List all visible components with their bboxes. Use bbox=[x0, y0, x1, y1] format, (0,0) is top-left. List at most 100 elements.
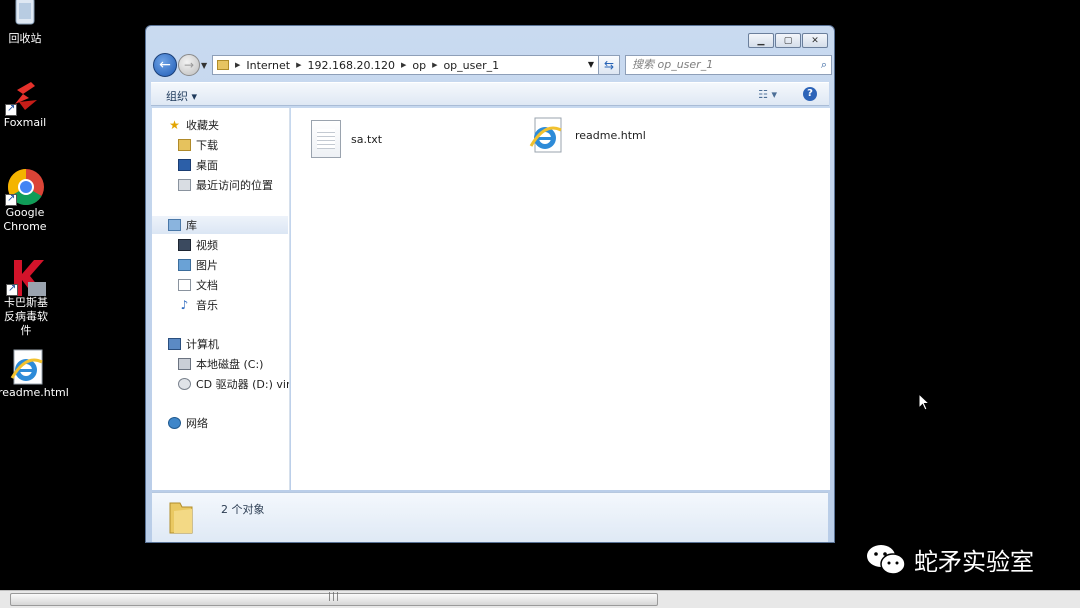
help-button[interactable]: ? bbox=[803, 87, 817, 101]
desktop-icon-recycle-bin[interactable]: 回收站 bbox=[0, 0, 50, 46]
close-icon: ✕ bbox=[811, 35, 819, 46]
search-placeholder: 搜索 op_user_1 bbox=[632, 58, 714, 71]
breadcrumb-host[interactable]: 192.168.20.120 bbox=[307, 59, 394, 72]
nav-item-label: 最近访问的位置 bbox=[196, 179, 273, 192]
nav-item-cd-drive[interactable]: CD 驱动器 (D:) virti bbox=[178, 375, 290, 393]
videos-icon bbox=[178, 239, 191, 251]
pictures-icon bbox=[178, 259, 191, 271]
desktop-icon-readme[interactable]: readme.html bbox=[0, 348, 69, 400]
scroll-left-arrow[interactable] bbox=[0, 591, 10, 608]
file-list: sa.txt readme.html bbox=[291, 108, 830, 490]
chevron-right-icon[interactable]: ▶ bbox=[432, 61, 437, 69]
back-arrow-icon: ← bbox=[159, 57, 171, 73]
help-icon: ? bbox=[807, 88, 813, 99]
file-name: sa.txt bbox=[351, 132, 383, 146]
nav-item-pictures[interactable]: 图片 bbox=[178, 256, 218, 274]
organize-button[interactable]: 组织 ▾ bbox=[166, 88, 197, 104]
nav-item-videos[interactable]: 视频 bbox=[178, 236, 218, 254]
address-row: ← → ▼ ▶ Internet ▶ 192.168.20.120 ▶ op ▶… bbox=[152, 53, 832, 79]
address-bar[interactable]: ▶ Internet ▶ 192.168.20.120 ▶ op ▶ op_us… bbox=[212, 55, 599, 75]
nav-libraries[interactable]: 库 bbox=[152, 216, 288, 234]
cd-drive-icon bbox=[178, 378, 191, 390]
horizontal-scrollbar[interactable]: ||| bbox=[0, 590, 1080, 608]
hard-disk-icon bbox=[178, 358, 191, 370]
kaspersky-icon bbox=[6, 258, 46, 296]
breadcrumb-op[interactable]: op bbox=[412, 59, 426, 72]
navigation-pane: ★ 收藏夹 下载 桌面 最近访问的位置 库 视频 图片 文档 ♪ 音乐 计算机 … bbox=[152, 108, 290, 490]
forward-button[interactable]: → bbox=[178, 54, 200, 76]
refresh-button[interactable]: ⇆ bbox=[598, 55, 620, 75]
chevron-right-icon[interactable]: ▶ bbox=[401, 61, 406, 69]
file-item-sa-txt[interactable]: sa.txt bbox=[311, 120, 382, 158]
nav-item-downloads[interactable]: 下载 bbox=[178, 136, 218, 154]
computer-icon bbox=[168, 338, 181, 350]
explorer-window: ▁ ▢ ✕ ← → ▼ ▶ Internet ▶ 192.168.20.120 … bbox=[145, 25, 835, 543]
nav-computer[interactable]: 计算机 bbox=[168, 335, 219, 353]
library-icon bbox=[168, 219, 181, 231]
desktop-icon-label: 卡巴斯基反病毒软件 bbox=[4, 296, 48, 337]
shortcut-arrow-icon bbox=[5, 102, 17, 116]
refresh-icon: ⇆ bbox=[603, 58, 615, 72]
minimize-button[interactable]: ▁ bbox=[748, 33, 774, 48]
desktop-icon-foxmail[interactable]: Foxmail bbox=[0, 78, 50, 130]
window-controls: ▁ ▢ ✕ bbox=[748, 33, 828, 48]
downloads-folder-icon bbox=[178, 139, 191, 151]
desktop-icon bbox=[178, 159, 191, 171]
nav-item-music[interactable]: ♪ 音乐 bbox=[178, 296, 218, 314]
nav-favorites[interactable]: ★ 收藏夹 bbox=[168, 116, 219, 134]
watermark: 蛇矛实验室 bbox=[866, 542, 1034, 577]
nav-item-label: 本地磁盘 (C:) bbox=[196, 358, 264, 371]
maximize-button[interactable]: ▢ bbox=[775, 33, 801, 48]
nav-item-local-disk[interactable]: 本地磁盘 (C:) bbox=[178, 355, 263, 373]
file-item-readme-html[interactable]: readme.html bbox=[529, 116, 646, 154]
nav-item-label: 图片 bbox=[196, 259, 218, 272]
shortcut-arrow-icon bbox=[6, 282, 18, 296]
mouse-cursor-icon bbox=[918, 392, 931, 414]
recent-pages-dropdown[interactable]: ▼ bbox=[201, 61, 207, 70]
desktop-icon-chrome[interactable]: Google Chrome bbox=[0, 168, 50, 234]
command-bar: 组织 ▾ ☷ ▾ ? bbox=[151, 82, 829, 106]
nav-network[interactable]: 网络 bbox=[168, 414, 208, 432]
address-dropdown-icon[interactable]: ▼ bbox=[588, 60, 594, 69]
shortcut-arrow-icon bbox=[5, 192, 17, 206]
folder-icon bbox=[217, 60, 229, 70]
nav-libraries-label: 库 bbox=[186, 219, 197, 232]
star-icon: ★ bbox=[169, 118, 180, 132]
nav-item-recent-places[interactable]: 最近访问的位置 bbox=[178, 176, 273, 194]
breadcrumb-op-user-1[interactable]: op_user_1 bbox=[443, 59, 499, 72]
chevron-right-icon[interactable]: ▶ bbox=[235, 61, 240, 69]
watermark-text: 蛇矛实验室 bbox=[914, 548, 1034, 576]
nav-item-label: CD 驱动器 (D:) virti bbox=[196, 378, 290, 391]
details-pane: 2 个对象 bbox=[152, 492, 828, 542]
forward-arrow-icon: → bbox=[183, 58, 195, 72]
nav-computer-label: 计算机 bbox=[186, 338, 219, 351]
item-count: 2 个对象 bbox=[221, 503, 265, 516]
change-view-button[interactable]: ☷ ▾ bbox=[758, 88, 777, 101]
nav-item-label: 音乐 bbox=[196, 299, 218, 312]
desktop-icon-label: Google Chrome bbox=[3, 206, 47, 233]
scrollbar-thumb[interactable]: ||| bbox=[10, 592, 658, 606]
nav-item-label: 桌面 bbox=[196, 159, 218, 172]
ie-icon bbox=[529, 116, 565, 154]
network-icon bbox=[168, 417, 181, 429]
nav-item-label: 视频 bbox=[196, 239, 218, 252]
nav-item-documents[interactable]: 文档 bbox=[178, 276, 218, 294]
desktop-icon-label: readme.html bbox=[0, 386, 69, 399]
chevron-right-icon[interactable]: ▶ bbox=[296, 61, 301, 69]
folder-icon bbox=[168, 499, 194, 534]
nav-item-desktop[interactable]: 桌面 bbox=[178, 156, 218, 174]
desktop-icon-kaspersky[interactable]: 卡巴斯基反病毒软件 bbox=[0, 258, 53, 338]
desktop-icon-label: Foxmail bbox=[3, 116, 47, 129]
documents-icon bbox=[178, 279, 191, 291]
grip-icon: ||| bbox=[327, 592, 341, 602]
nav-favorites-label: 收藏夹 bbox=[186, 119, 219, 132]
back-button[interactable]: ← bbox=[153, 53, 177, 77]
nav-network-label: 网络 bbox=[186, 417, 208, 430]
search-icon[interactable]: ⌕ bbox=[821, 56, 827, 74]
recent-places-icon bbox=[178, 179, 191, 191]
close-button[interactable]: ✕ bbox=[802, 33, 828, 48]
breadcrumb-internet[interactable]: Internet bbox=[246, 59, 290, 72]
chrome-icon bbox=[5, 168, 44, 206]
music-note-icon: ♪ bbox=[180, 298, 189, 312]
search-input[interactable]: 搜索 op_user_1 ⌕ bbox=[625, 55, 832, 75]
